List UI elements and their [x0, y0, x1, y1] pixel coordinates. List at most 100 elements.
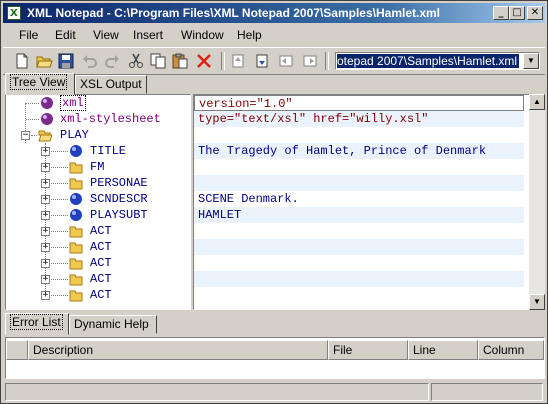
tab-dynamic-help[interactable]: Dynamic Help: [69, 315, 157, 334]
node-value-row[interactable]: [194, 159, 524, 175]
expand-icon[interactable]: +: [41, 179, 50, 188]
tree-node-label: xml-stylesheet: [60, 112, 161, 126]
tree-node[interactable]: + ACT: [6, 271, 190, 287]
expand-icon[interactable]: +: [41, 275, 50, 284]
menu-bar: File Edit View Insert Window Help: [3, 25, 545, 45]
folder-icon: [69, 288, 83, 302]
status-bar: [3, 381, 545, 401]
node-text-view[interactable]: version="1.0" type="text/xsl" href="willy…: [193, 94, 531, 310]
node-value-row[interactable]: SCENE Denmark.: [194, 191, 524, 207]
cut-icon[interactable]: [127, 52, 145, 70]
node-value-row[interactable]: [194, 175, 524, 191]
scroll-down-icon[interactable]: ▼: [529, 294, 545, 310]
tree-node[interactable]: xml: [6, 95, 190, 111]
tree-node[interactable]: + SCNDESCR: [6, 191, 190, 207]
menu-view[interactable]: View: [93, 28, 119, 42]
node-value-row[interactable]: [194, 239, 524, 255]
tree-node[interactable]: + ACT: [6, 255, 190, 271]
tree-node[interactable]: + PLAYSUBT: [6, 207, 190, 223]
tree-node[interactable]: + PERSONAE: [6, 175, 190, 191]
expand-icon[interactable]: +: [41, 259, 50, 268]
maximize-button[interactable]: □: [509, 6, 525, 20]
status-panel: [431, 383, 543, 401]
menu-edit[interactable]: Edit: [55, 28, 76, 42]
tree-node-label: PLAYSUBT: [90, 208, 148, 222]
window-title: XML Notepad - C:\Program Files\XML Notep…: [27, 6, 440, 20]
node-value-row[interactable]: [194, 223, 524, 239]
tab-xsl-output[interactable]: XSL Output: [75, 75, 147, 94]
column-header-column[interactable]: Column: [478, 340, 544, 360]
collapse-icon[interactable]: −: [21, 131, 30, 140]
open-file-icon[interactable]: [35, 52, 53, 70]
pi-icon: [40, 112, 54, 126]
node-value-row[interactable]: [194, 255, 524, 271]
app-window: X XML Notepad - C:\Program Files\XML Not…: [0, 0, 548, 404]
pi-icon: [40, 96, 54, 110]
node-value-row[interactable]: [194, 271, 524, 287]
tree-node[interactable]: xml-stylesheet: [6, 111, 190, 127]
tree-node[interactable]: + TITLE: [6, 143, 190, 159]
column-header-file[interactable]: File: [328, 340, 408, 360]
node-value-row[interactable]: The Tragedy of Hamlet, Prince of Denmark: [194, 143, 524, 159]
redo-icon[interactable]: [103, 52, 121, 70]
copy-icon[interactable]: [149, 52, 167, 70]
tab-tree-view[interactable]: Tree View: [5, 73, 75, 95]
new-file-icon[interactable]: [13, 52, 31, 70]
node-value-row[interactable]: HAMLET: [194, 207, 524, 223]
tree-node[interactable]: + ACT: [6, 223, 190, 239]
location-value[interactable]: otepad 2007\Samples\Hamlet.xml: [337, 54, 519, 68]
tree-node[interactable]: − PLAY: [6, 127, 190, 143]
expand-icon[interactable]: +: [41, 291, 50, 300]
nudge-up-icon[interactable]: [229, 52, 247, 70]
undo-icon[interactable]: [81, 52, 99, 70]
tree-node-label: SCNDESCR: [90, 192, 148, 206]
tab-error-list[interactable]: Error List: [5, 313, 69, 335]
column-header-line[interactable]: Line: [408, 340, 478, 360]
paste-icon[interactable]: [171, 52, 189, 70]
save-icon[interactable]: [57, 52, 75, 70]
menu-file[interactable]: File: [19, 28, 38, 42]
expand-icon[interactable]: +: [41, 195, 50, 204]
tree-node[interactable]: + ACT: [6, 287, 190, 303]
nudge-down-icon[interactable]: [253, 52, 271, 70]
minimize-button[interactable]: _: [493, 6, 509, 20]
column-header-icon[interactable]: [6, 340, 28, 360]
title-bar[interactable]: X XML Notepad - C:\Program Files\XML Not…: [3, 3, 545, 23]
tree-node-label: PERSONAE: [90, 176, 148, 190]
node-value-row[interactable]: type="text/xsl" href="willy.xsl": [194, 111, 524, 127]
tab-dynamic-help-label: Dynamic Help: [74, 317, 149, 331]
folder-icon: [69, 256, 83, 270]
vertical-scrollbar[interactable]: ▲ ▼: [529, 94, 545, 310]
expand-icon[interactable]: +: [41, 147, 50, 156]
column-header-description[interactable]: Description: [28, 340, 328, 360]
tree-node-label: ACT: [90, 256, 112, 270]
folder-icon: [69, 224, 83, 238]
leaf-icon: [69, 192, 83, 206]
expand-icon[interactable]: +: [41, 211, 50, 220]
close-button[interactable]: ✕: [527, 6, 543, 20]
tree-node[interactable]: + FM: [6, 159, 190, 175]
scroll-up-icon[interactable]: ▲: [529, 94, 545, 110]
node-value-row[interactable]: [194, 127, 524, 143]
tree-node-label: FM: [90, 160, 105, 174]
leaf-icon: [69, 144, 83, 158]
tree-view[interactable]: xml xml-stylesheet − PLAY + TITLE + FM + PERSONAE…: [5, 94, 191, 310]
tree-node-label: ACT: [90, 288, 112, 302]
expand-icon[interactable]: +: [41, 227, 50, 236]
leaf-icon: [69, 208, 83, 222]
error-list[interactable]: Description File Line Column: [5, 337, 545, 379]
menu-window[interactable]: Window: [181, 28, 224, 42]
nudge-right-icon[interactable]: [301, 52, 319, 70]
folder-icon: [69, 272, 83, 286]
node-value-row[interactable]: [194, 287, 524, 303]
chevron-down-icon[interactable]: ▼: [523, 53, 539, 69]
tree-node[interactable]: + ACT: [6, 239, 190, 255]
node-value-row[interactable]: version="1.0": [194, 95, 524, 111]
menu-help[interactable]: Help: [237, 28, 262, 42]
nudge-left-icon[interactable]: [277, 52, 295, 70]
expand-icon[interactable]: +: [41, 163, 50, 172]
expand-icon[interactable]: +: [41, 243, 50, 252]
location-combobox[interactable]: otepad 2007\Samples\Hamlet.xml ▼: [335, 52, 540, 70]
menu-insert[interactable]: Insert: [133, 28, 163, 42]
delete-icon[interactable]: [195, 52, 213, 70]
